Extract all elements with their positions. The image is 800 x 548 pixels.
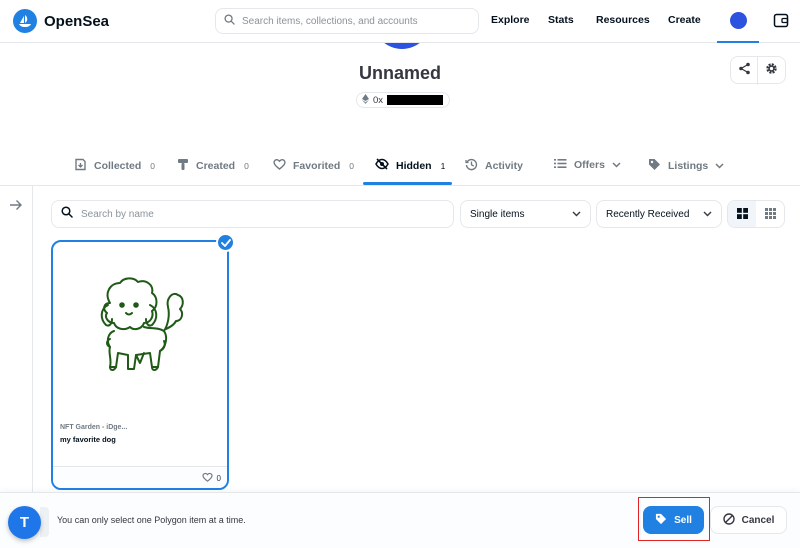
tab-offers-label: Offers	[574, 159, 605, 171]
address-prefix: 0x	[373, 94, 384, 106]
large-grid-button[interactable]	[728, 201, 756, 227]
collected-icon	[74, 158, 87, 174]
tab-hidden-label: Hidden	[396, 159, 432, 172]
list-icon	[554, 158, 567, 172]
tab-activity[interactable]: Activity	[465, 158, 523, 174]
favorite-button[interactable]: 0	[201, 472, 221, 484]
arrow-right-icon	[9, 198, 23, 215]
name-search-input[interactable]	[81, 208, 441, 220]
chevron-down-icon	[572, 209, 581, 220]
helper-letter: T	[19, 514, 30, 531]
settings-button[interactable]	[758, 57, 785, 85]
grid-view-toggle	[727, 200, 785, 228]
brand-name: OpenSea	[44, 12, 110, 30]
small-grid-icon	[764, 206, 776, 224]
active-tab-indicator	[363, 182, 452, 185]
tab-hidden[interactable]: Hidden 1	[375, 158, 445, 173]
nft-card[interactable]: NFT Garden - iDge... my favorite dog 0	[51, 240, 229, 490]
tab-listings[interactable]: Listings	[648, 158, 724, 174]
cancel-button[interactable]: Cancel	[710, 506, 787, 534]
selection-message: You can only select one Polygon item at …	[57, 515, 246, 525]
profile-actions	[730, 56, 786, 85]
item-type-select[interactable]: Single items	[460, 200, 591, 228]
filter-sidebar	[0, 186, 33, 492]
tab-created[interactable]: Created 0	[177, 158, 249, 174]
sell-label: Sell	[674, 514, 692, 526]
global-search[interactable]	[215, 8, 479, 34]
expand-filters-button[interactable]	[9, 198, 23, 216]
tab-collected-count: 0	[150, 161, 155, 171]
ethereum-icon	[362, 93, 369, 107]
cancel-label: Cancel	[741, 514, 775, 526]
nft-title: my favorite dog	[60, 435, 116, 444]
sell-button[interactable]: Sell	[643, 506, 704, 534]
heart-icon	[201, 472, 213, 484]
tab-hidden-count: 1	[440, 160, 446, 171]
nav-explore[interactable]: Explore	[491, 14, 530, 26]
opensea-logo-icon	[13, 9, 37, 33]
tab-collected-label: Collected	[94, 160, 142, 172]
tab-favorited[interactable]: Favorited 0	[273, 158, 354, 173]
selected-checkbox[interactable]	[216, 233, 235, 252]
share-button[interactable]	[731, 57, 759, 85]
paintbrush-icon	[177, 158, 189, 174]
tab-created-label: Created	[196, 160, 236, 172]
wallet-icon[interactable]	[773, 13, 789, 33]
top-header: OpenSea Explore Stats Resources Create	[0, 0, 800, 43]
helper-tab[interactable]	[40, 507, 49, 537]
checkmark-icon	[220, 234, 231, 252]
sort-select[interactable]: Recently Received	[596, 200, 722, 228]
tab-favorited-label: Favorited	[293, 159, 341, 172]
heart-icon	[273, 158, 286, 173]
eye-slash-icon	[375, 158, 389, 173]
sort-value: Recently Received	[606, 208, 690, 220]
nft-card-footer: 0	[53, 466, 227, 488]
chevron-down-icon	[612, 159, 621, 171]
nav-resources[interactable]: Resources	[596, 14, 650, 26]
tag-icon	[648, 158, 661, 174]
tab-created-count: 0	[244, 161, 249, 171]
search-icon	[61, 205, 73, 223]
tag-icon	[655, 513, 667, 528]
tab-collected[interactable]: Collected 0	[74, 158, 155, 174]
item-type-value: Single items	[470, 208, 525, 220]
tab-activity-label: Activity	[485, 160, 523, 172]
global-search-input[interactable]	[242, 15, 462, 27]
address-redacted	[387, 95, 444, 105]
wallet-address[interactable]: 0x	[356, 92, 451, 108]
nft-collection-name[interactable]: NFT Garden - iDge...	[60, 424, 127, 431]
share-icon	[738, 62, 751, 80]
history-icon	[465, 158, 478, 174]
account-menu[interactable]	[717, 0, 759, 43]
nav-stats[interactable]: Stats	[548, 14, 574, 26]
search-icon	[224, 12, 235, 30]
profile-name: Unnamed	[358, 63, 441, 83]
tab-listings-label: Listings	[668, 160, 709, 172]
large-grid-icon	[736, 206, 748, 224]
favorite-count: 0	[216, 473, 221, 483]
chevron-down-icon	[703, 209, 712, 220]
name-search[interactable]	[51, 200, 454, 228]
small-grid-button[interactable]	[756, 201, 784, 227]
chevron-down-icon	[715, 160, 724, 172]
profile-tabs: Collected 0 Created 0 Favorited 0 Hidden…	[0, 150, 800, 186]
dog-drawing	[100, 277, 184, 371]
tab-offers[interactable]: Offers	[554, 158, 621, 172]
avatar	[729, 12, 747, 29]
cancel-icon	[722, 512, 735, 528]
helper-widget-button[interactable]: T	[8, 506, 41, 539]
tab-favorited-count: 0	[349, 160, 354, 171]
gear-icon	[765, 62, 778, 80]
nav-create[interactable]: Create	[668, 14, 701, 26]
nft-image	[53, 242, 227, 414]
opensea-logo[interactable]: OpenSea	[13, 9, 109, 33]
